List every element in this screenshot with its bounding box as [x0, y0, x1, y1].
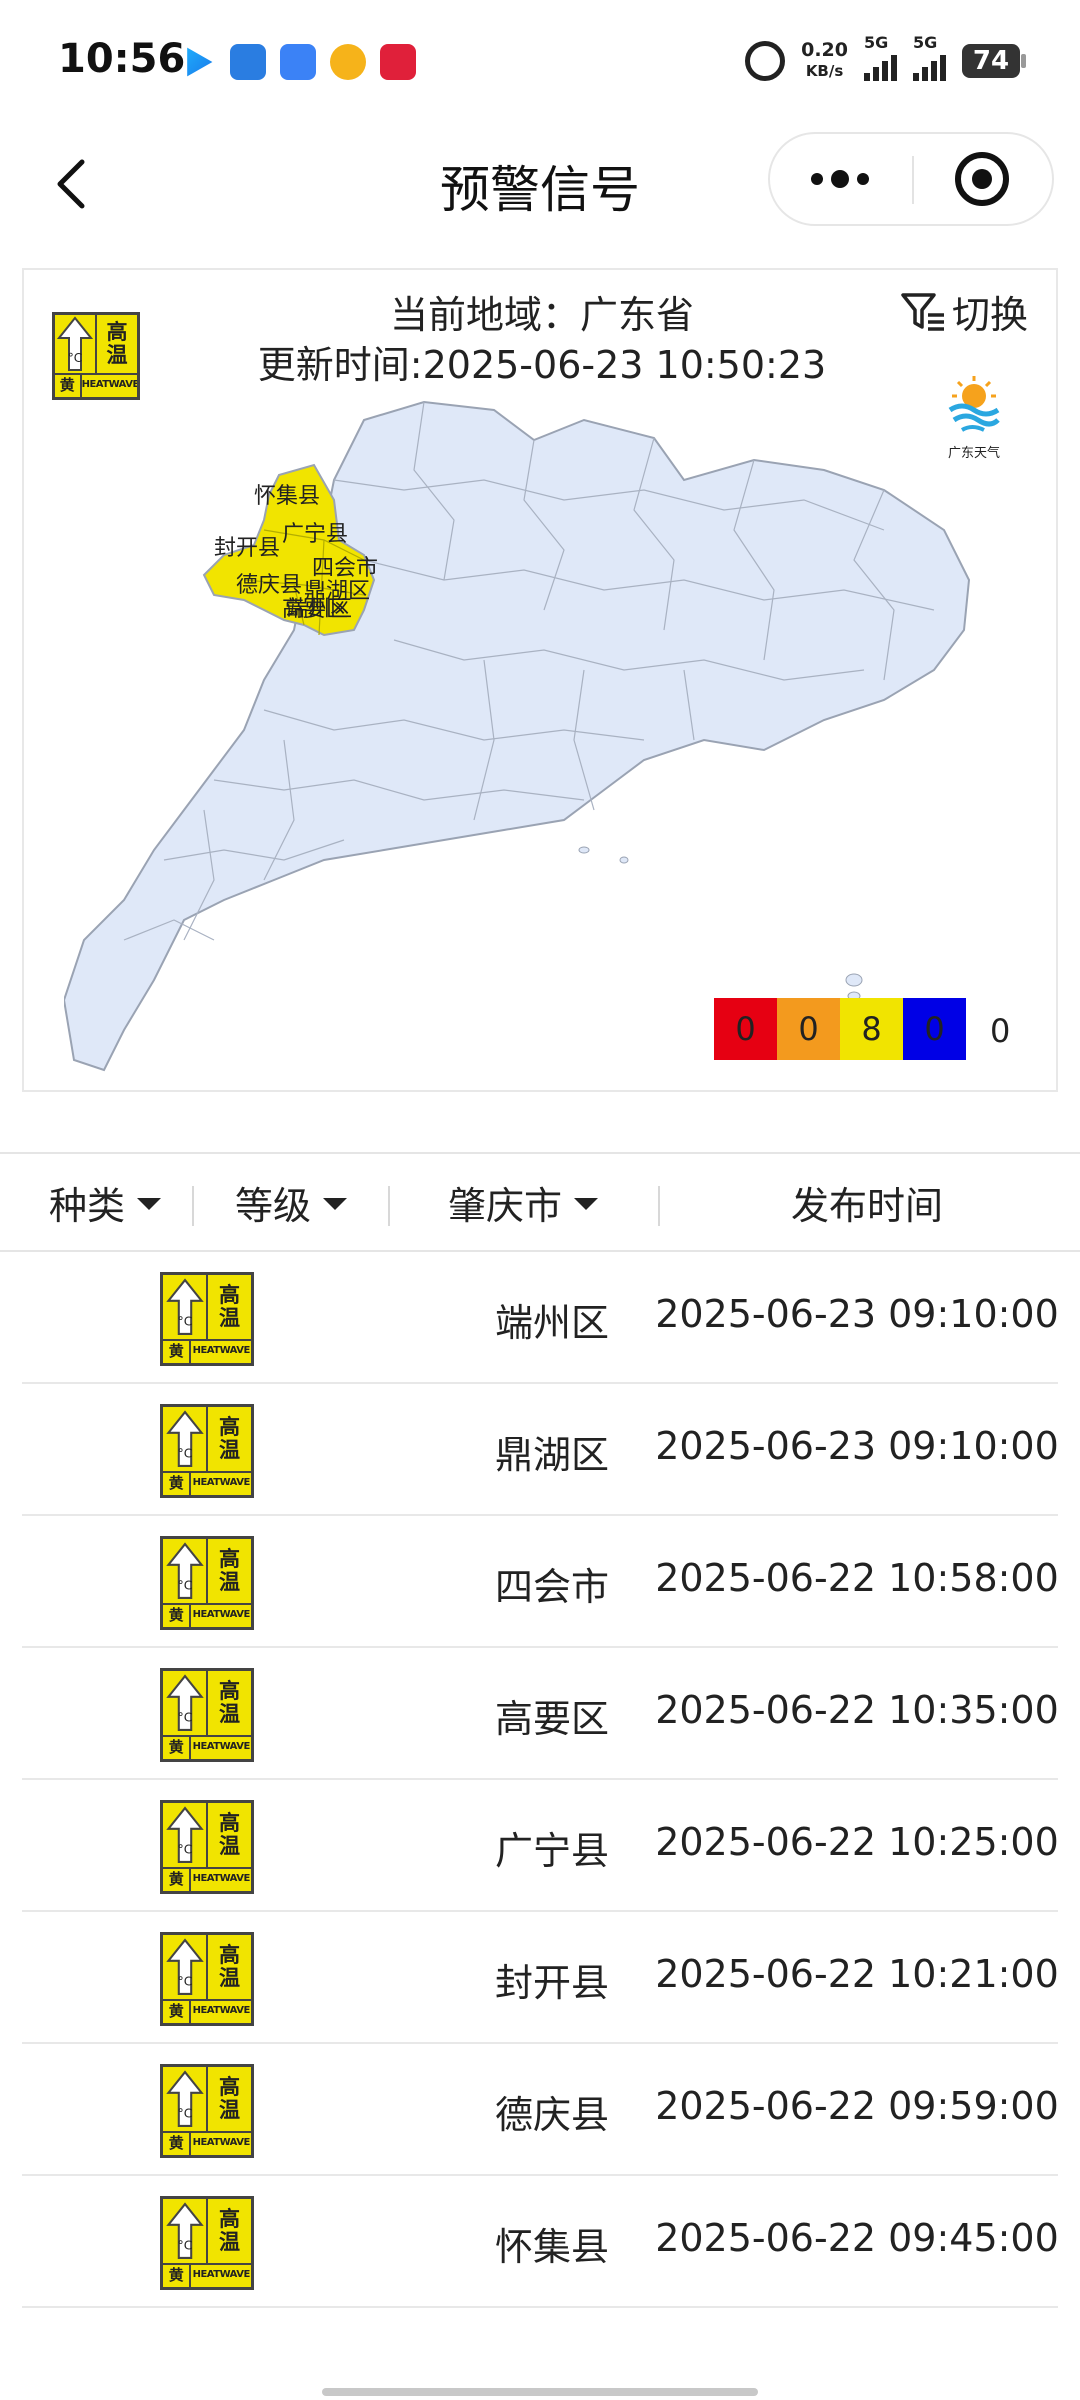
heatwave-yellow-badge: °C 高温 黄 HEATWAVE	[160, 1668, 254, 1762]
map-label: 德庆县	[236, 573, 302, 598]
battery-icon: 74	[962, 44, 1026, 78]
heatwave-yellow-badge: °C 高温 黄 HEATWAVE	[160, 1932, 254, 2026]
svg-text:°C: °C	[177, 2106, 192, 2121]
caret-down-icon	[574, 1198, 598, 1210]
legend-yellow-count: 8	[840, 998, 903, 1060]
caret-down-icon	[137, 1198, 161, 1210]
navigation-bar: 预警信号	[0, 128, 1080, 248]
status-indicators: 0.20 KB/s 5G 5G 74	[745, 33, 1026, 82]
legend-orange-count: 0	[777, 998, 840, 1060]
svg-text:°C: °C	[177, 1710, 192, 1725]
chevron-left-icon[interactable]	[44, 154, 104, 214]
thermometer-icon: °C	[163, 1803, 208, 1867]
svg-text:°C: °C	[177, 1446, 192, 1461]
warning-row[interactable]: °C 高温 黄 HEATWAVE 怀集县 2025-06-22 09:45:00	[22, 2176, 1059, 2308]
caret-down-icon	[323, 1198, 347, 1210]
svg-text:°C: °C	[177, 1842, 192, 1857]
heatwave-yellow-badge: °C 高温 黄 HEATWAVE	[160, 1404, 254, 1498]
filter-header: 种类 等级 肇庆市 发布时间	[0, 1152, 1080, 1252]
warning-map-panel: °C 高温 黄 HEATWAVE 当前地域：广东省 更新时间:2025-06-23…	[22, 268, 1058, 1092]
divider	[388, 1186, 390, 1226]
legend-red-count: 0	[714, 998, 777, 1060]
legend-other-count: 0	[990, 1012, 1011, 1050]
app-notification-icon	[380, 44, 416, 80]
row-district: 怀集县	[494, 2225, 609, 2269]
warning-count-legend: 0 0 8 0	[714, 998, 966, 1060]
heatwave-yellow-badge: °C 高温 黄 HEATWAVE	[160, 1800, 254, 1894]
warning-row[interactable]: °C 高温 黄 HEATWAVE 四会市 2025-06-22 10:58:00	[22, 1516, 1059, 1648]
row-district: 封开县	[494, 1961, 609, 2005]
row-publish-time: 2025-06-22 10:25:00	[655, 1820, 1059, 1864]
signal-strength-icon: 5G	[864, 33, 897, 81]
heatwave-yellow-badge: °C 高温 黄 HEATWAVE	[160, 2196, 254, 2290]
thermometer-icon: °C	[163, 1407, 208, 1471]
weibo-icon	[330, 44, 366, 80]
row-district: 鼎湖区	[494, 1433, 609, 1477]
app-notification-icon	[280, 44, 316, 80]
target-close-icon[interactable]	[914, 134, 1054, 224]
thermometer-icon: °C	[163, 1539, 208, 1603]
row-publish-time: 2025-06-22 10:58:00	[655, 1556, 1059, 1600]
map-label: 四会市	[312, 556, 378, 581]
row-publish-time: 2025-06-22 09:59:00	[655, 2084, 1059, 2128]
filter-city-dropdown[interactable]: 肇庆市	[392, 1154, 654, 1250]
map-label: 广宁县	[282, 522, 348, 547]
signal-strength-icon: 5G	[913, 33, 946, 81]
svg-text:°C: °C	[177, 2238, 192, 2253]
row-publish-time: 2025-06-23 09:10:00	[655, 1424, 1059, 1468]
warning-row[interactable]: °C 高温 黄 HEATWAVE 端州区 2025-06-23 09:10:00	[22, 1252, 1059, 1384]
publish-time-header: 发布时间	[790, 1183, 943, 1228]
thermometer-icon: °C	[163, 2199, 208, 2263]
warning-row[interactable]: °C 高温 黄 HEATWAVE 鼎湖区 2025-06-23 09:10:00	[22, 1384, 1059, 1516]
status-time: 10:56	[58, 36, 186, 82]
warning-row[interactable]: °C 高温 黄 HEATWAVE 高要区 2025-06-22 10:35:00	[22, 1648, 1059, 1780]
app-notification-icon	[230, 44, 266, 80]
switch-region-button[interactable]: 切换	[900, 284, 1028, 339]
row-district: 端州区	[494, 1301, 609, 1345]
row-publish-time: 2025-06-23 09:10:00	[655, 1292, 1059, 1336]
warning-row[interactable]: °C 高温 黄 HEATWAVE 德庆县 2025-06-22 09:59:00	[22, 2044, 1059, 2176]
thermometer-icon: °C	[163, 2067, 208, 2131]
filter-icon	[901, 292, 944, 331]
warning-row[interactable]: °C 高温 黄 HEATWAVE 封开县 2025-06-22 10:21:00	[22, 1912, 1059, 2044]
svg-text:°C: °C	[177, 1314, 192, 1329]
mini-program-capsule	[768, 132, 1054, 226]
more-dots-icon[interactable]	[770, 134, 912, 224]
filter-level-dropdown[interactable]: 等级	[196, 1154, 386, 1250]
map-label: 封开县	[214, 536, 280, 561]
row-district: 德庆县	[494, 2093, 609, 2137]
divider	[192, 1186, 194, 1226]
heatwave-yellow-badge: °C 高温 黄 HEATWAVE	[160, 2064, 254, 2158]
status-bar: 10:56 0.20 KB/s 5G 5G 74	[0, 0, 1080, 128]
row-district: 高要区	[494, 1697, 609, 1741]
heatwave-yellow-badge: °C 高温 黄 HEATWAVE	[160, 1272, 254, 1366]
warning-list: °C 高温 黄 HEATWAVE 端州区 2025-06-23 09:10:00 …	[22, 1252, 1059, 2308]
svg-text:°C: °C	[177, 1578, 192, 1593]
guangdong-map[interactable]: 怀集县 广宁县 封开县 四会市 德庆县 鼎湖区 高要区 端州区	[64, 380, 1014, 1080]
map-label: 怀集县	[254, 484, 320, 509]
row-publish-time: 2025-06-22 09:45:00	[655, 2216, 1059, 2260]
app-notification-icon	[187, 47, 213, 77]
heatwave-yellow-badge: °C 高温 黄 HEATWAVE	[160, 1536, 254, 1630]
svg-text:°C: °C	[177, 1974, 192, 1989]
thermometer-icon: °C	[163, 1275, 208, 1339]
home-indicator[interactable]	[322, 2388, 758, 2396]
filter-type-dropdown[interactable]: 种类	[20, 1154, 190, 1250]
divider	[658, 1186, 660, 1226]
network-speed: 0.20 KB/s	[801, 39, 848, 81]
thermometer-icon: °C	[163, 1935, 208, 1999]
map-label: 端州区	[286, 597, 352, 622]
alarm-icon	[745, 41, 786, 81]
row-district: 广宁县	[494, 1829, 609, 1873]
notification-icons	[180, 44, 416, 80]
legend-blue-count: 0	[903, 998, 966, 1060]
warning-row[interactable]: °C 高温 黄 HEATWAVE 广宁县 2025-06-22 10:25:00	[22, 1780, 1059, 1912]
row-district: 四会市	[494, 1565, 609, 1609]
thermometer-icon: °C	[163, 1671, 208, 1735]
row-publish-time: 2025-06-22 10:21:00	[655, 1952, 1059, 1996]
row-publish-time: 2025-06-22 10:35:00	[655, 1688, 1059, 1732]
